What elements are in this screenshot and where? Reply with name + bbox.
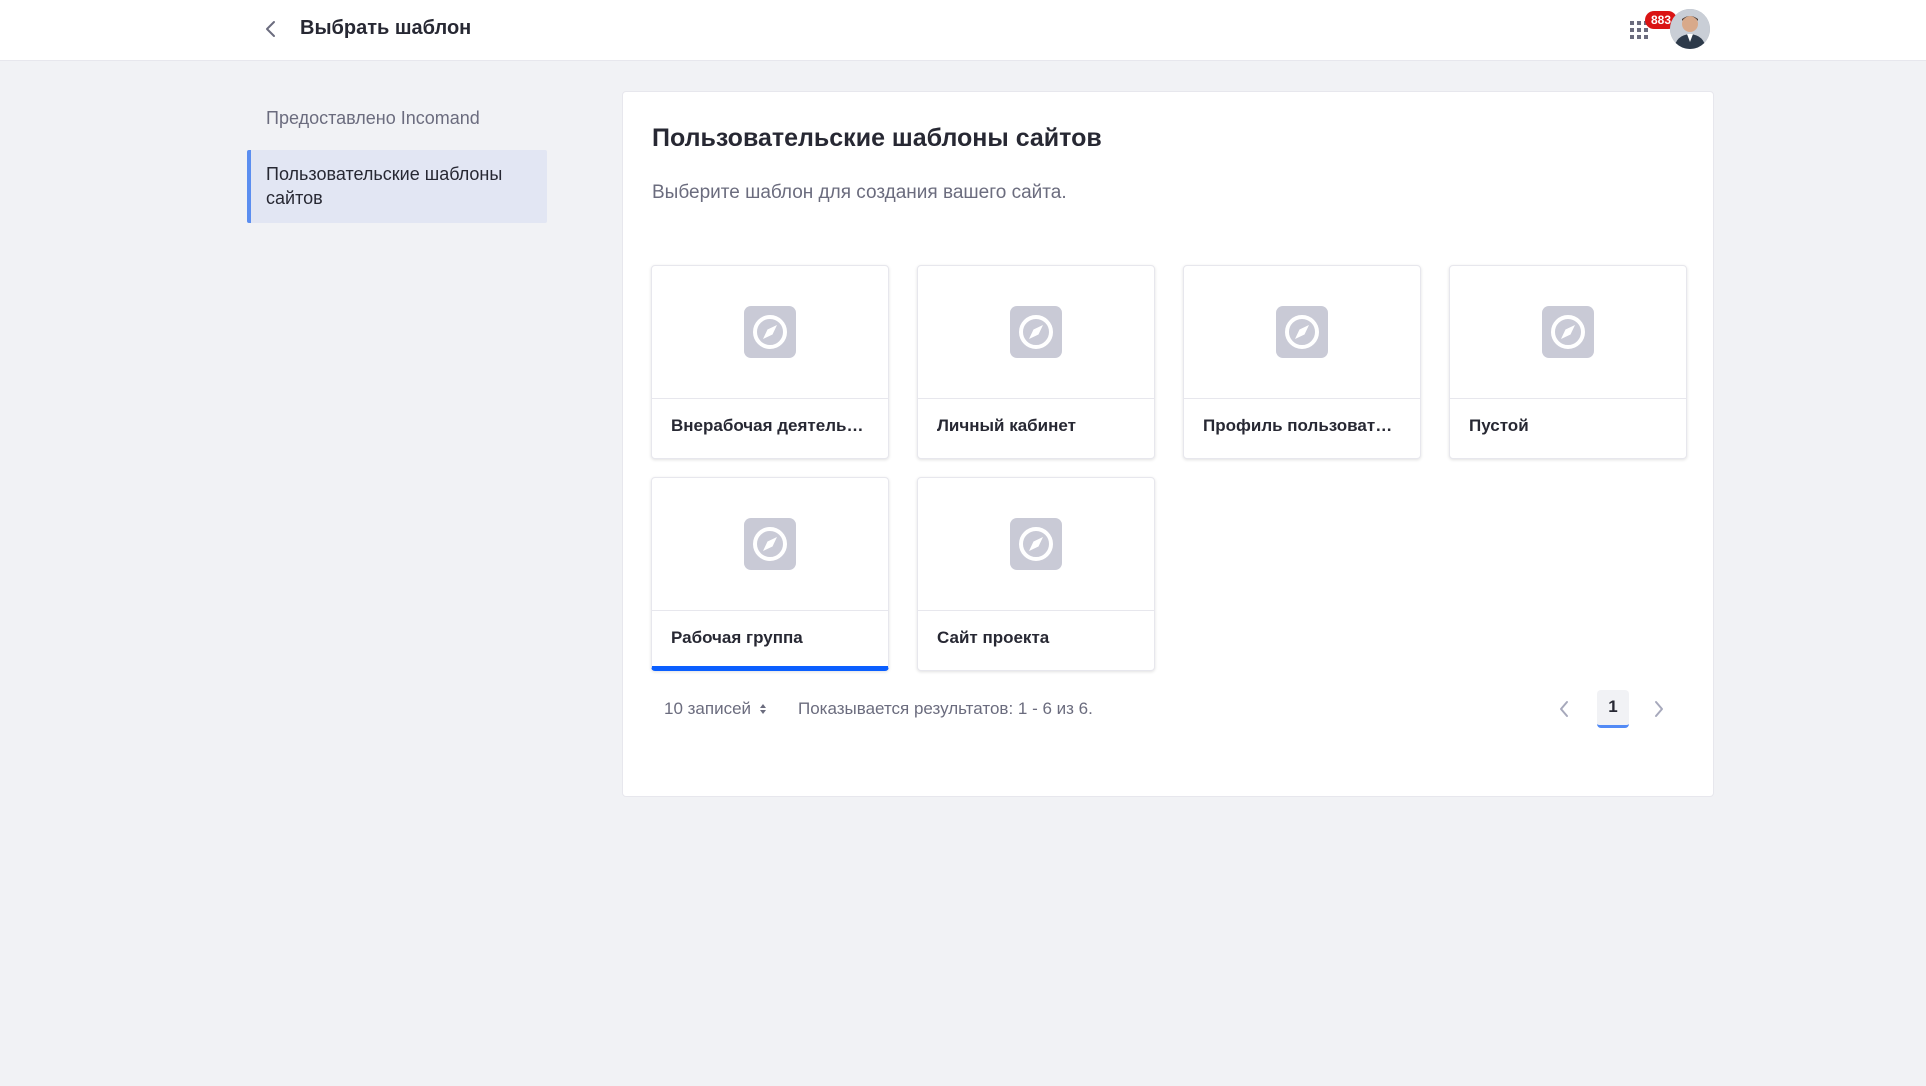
card-thumbnail [918, 266, 1154, 399]
pagination-prev-button[interactable] [1550, 695, 1578, 723]
templates-panel: Пользовательские шаблоны сайтов Выберите… [622, 91, 1714, 797]
card-thumbnail [1450, 266, 1686, 399]
panel-title: Пользовательские шаблоны сайтов [652, 124, 1102, 152]
chevron-right-icon [1655, 701, 1663, 717]
sort-arrows-icon [760, 704, 767, 714]
card-label: Внерабочая деятельность [671, 416, 869, 435]
compass-icon [1542, 306, 1594, 358]
card-thumbnail [652, 266, 888, 399]
template-card[interactable]: Профиль пользователя [1183, 265, 1421, 459]
card-thumbnail [1184, 266, 1420, 399]
template-card[interactable]: Сайт проекта [917, 477, 1155, 671]
top-bar: Выбрать шаблон 883 [0, 0, 1926, 61]
chevron-left-icon [266, 21, 275, 37]
card-label: Пустой [1469, 416, 1529, 435]
sidebar-item-custom-templates[interactable]: Пользовательские шаблоны сайтов [247, 150, 547, 223]
per-page-select[interactable]: 10 записей [664, 699, 767, 719]
card-thumbnail [918, 478, 1154, 611]
template-card[interactable]: Внерабочая деятельность [651, 265, 889, 459]
page-title: Выбрать шаблон [300, 17, 472, 39]
card-label: Профиль пользователя [1203, 416, 1401, 435]
card-label: Личный кабинет [937, 416, 1076, 435]
compass-icon [1010, 306, 1062, 358]
card-label: Сайт проекта [937, 628, 1050, 647]
back-button[interactable] [258, 16, 284, 42]
card-label: Рабочая группа [671, 628, 803, 647]
template-card[interactable]: Пустой [1449, 265, 1687, 459]
template-card-selected[interactable]: Рабочая группа [651, 477, 889, 671]
pagination-next-button[interactable] [1645, 695, 1673, 723]
panel-description: Выберите шаблон для создания вашего сайт… [652, 182, 1067, 203]
sidebar-item-provided[interactable]: Предоставлено Incomand [247, 106, 547, 136]
per-page-label: 10 записей [664, 699, 752, 718]
compass-icon [1276, 306, 1328, 358]
user-avatar-icon [1670, 9, 1710, 49]
compass-icon [1010, 518, 1062, 570]
results-summary: Показывается результатов: 1 - 6 из 6. [798, 699, 1093, 718]
card-thumbnail [652, 478, 888, 611]
sidebar-nav: Предоставлено Incomand Пользовательские … [247, 100, 547, 223]
template-card[interactable]: Личный кабинет [917, 265, 1155, 459]
avatar[interactable] [1670, 9, 1710, 49]
chevron-left-icon [1560, 701, 1568, 717]
compass-icon [744, 306, 796, 358]
pagination-page-current[interactable]: 1 [1597, 690, 1629, 728]
compass-icon [744, 518, 796, 570]
